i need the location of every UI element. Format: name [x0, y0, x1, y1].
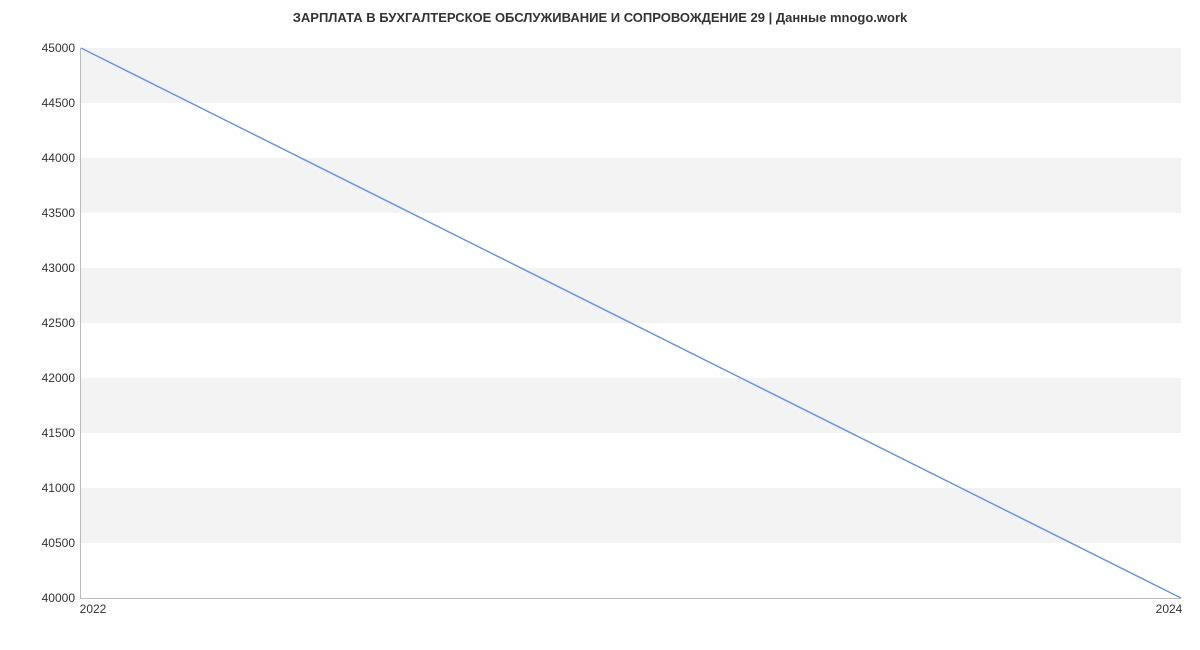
chart-container: ЗАРПЛАТА В БУХГАЛТЕРСКОЕ ОБСЛУЖИВАНИЕ И … — [0, 0, 1200, 650]
y-tick-label: 42000 — [42, 371, 75, 385]
y-tick-label: 43500 — [42, 206, 75, 220]
x-tick-label: 2024 — [1156, 602, 1183, 616]
plot-area: 4000040500410004150042000425004300043500… — [80, 48, 1181, 599]
x-tick-label: 2022 — [80, 602, 107, 616]
y-tick-label: 42500 — [42, 316, 75, 330]
y-tick-label: 44500 — [42, 96, 75, 110]
y-tick-label: 41500 — [42, 426, 75, 440]
chart-title: ЗАРПЛАТА В БУХГАЛТЕРСКОЕ ОБСЛУЖИВАНИЕ И … — [0, 10, 1200, 25]
y-tick-label: 45000 — [42, 41, 75, 55]
y-tick-label: 40000 — [42, 591, 75, 605]
line-series — [81, 48, 1181, 598]
data-line — [81, 48, 1181, 598]
y-tick-label: 40500 — [42, 536, 75, 550]
y-tick-label: 44000 — [42, 151, 75, 165]
y-tick-label: 41000 — [42, 481, 75, 495]
y-tick-label: 43000 — [42, 261, 75, 275]
